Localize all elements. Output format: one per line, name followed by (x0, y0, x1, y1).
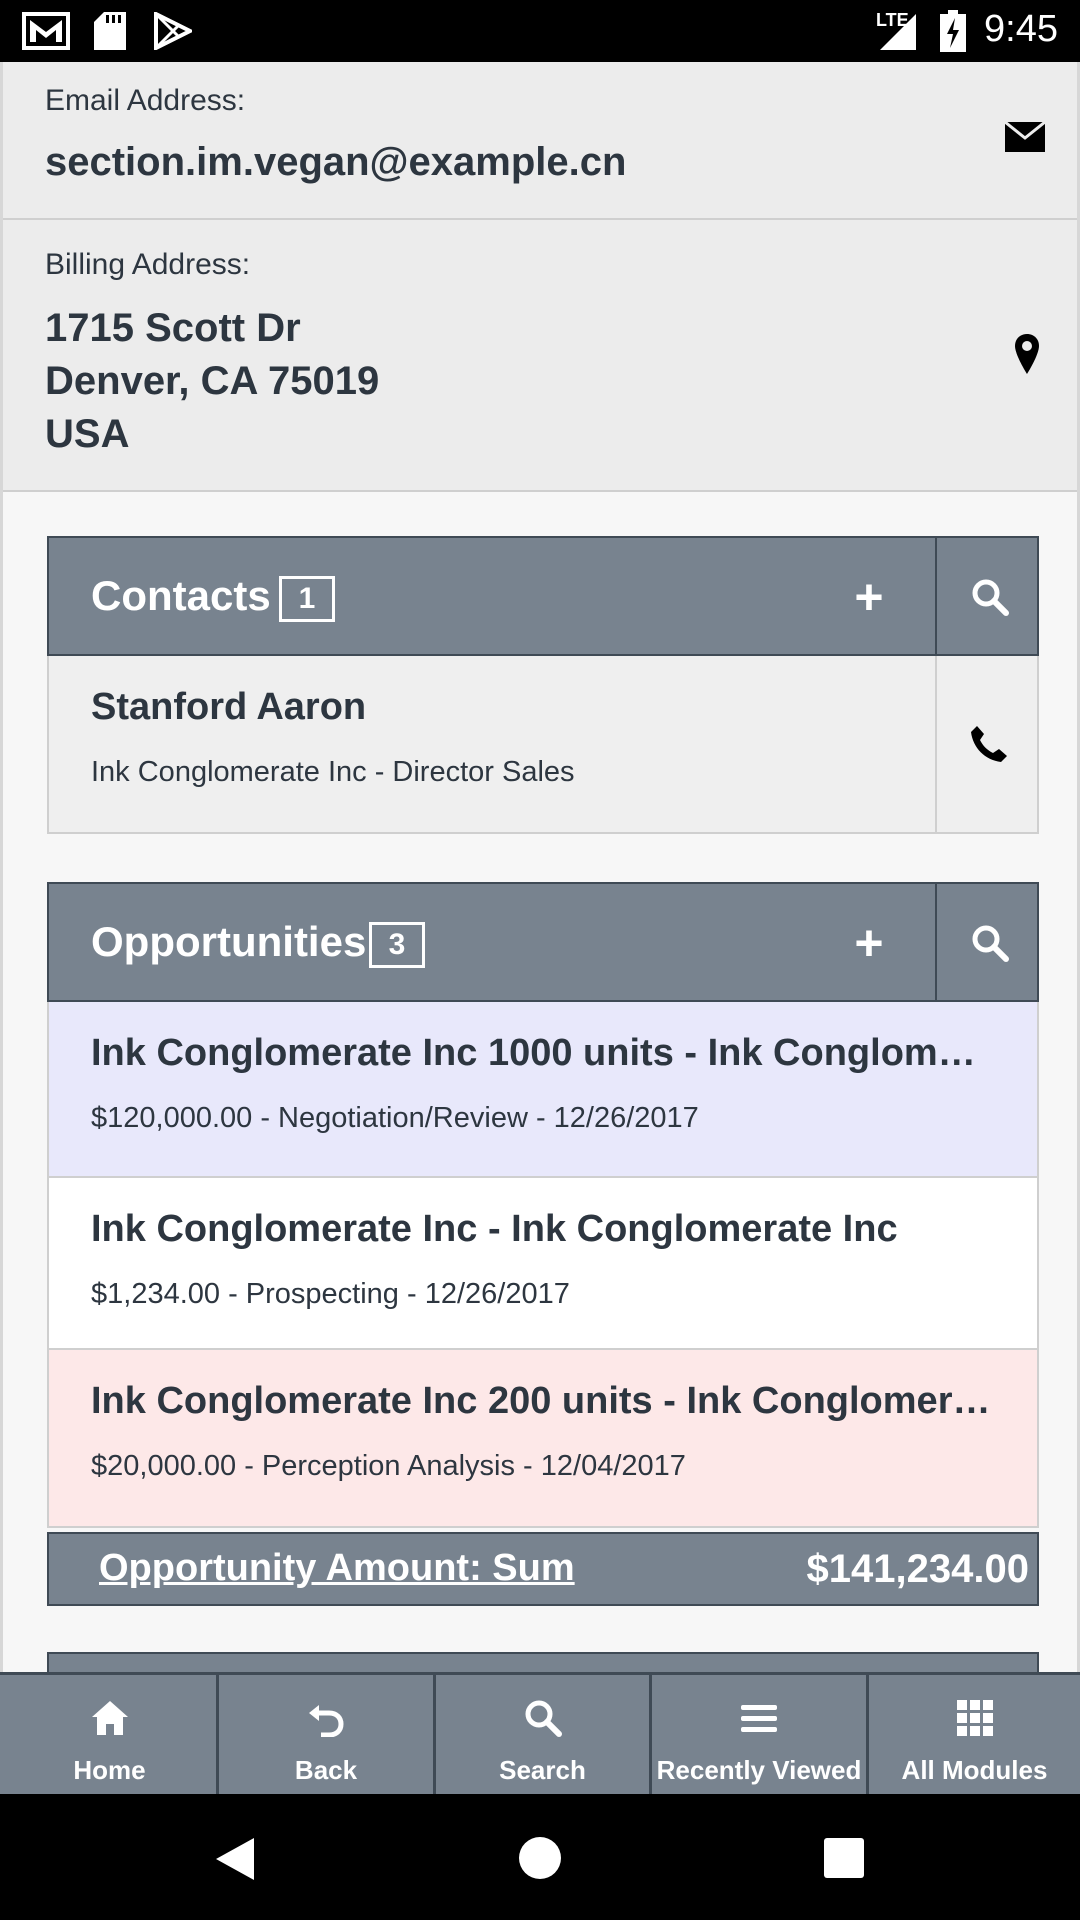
opportunity-title[interactable]: Ink Conglomerate Inc 200 units - Ink Con… (91, 1380, 991, 1423)
next-panel-header (47, 1652, 1039, 1672)
opportunity-sum-bar: Opportunity Amount: Sum $141,234.00 (47, 1532, 1039, 1606)
billing-line1: 1715 Scott Dr (45, 306, 301, 350)
sd-card-icon (94, 12, 126, 50)
contact-detail: Ink Conglomerate Inc - Director Sales (91, 756, 575, 788)
search-icon (972, 579, 1009, 616)
call-contact-button[interactable] (935, 656, 1037, 832)
sum-label[interactable]: Opportunity Amount: Sum (99, 1547, 575, 1590)
add-opportunity-button[interactable]: + (839, 914, 899, 974)
nav-search-button[interactable]: Search (436, 1675, 652, 1794)
nav-all-modules-label: All Modules (901, 1755, 1048, 1785)
play-store-icon (154, 12, 192, 50)
add-contact-button[interactable]: + (839, 568, 899, 628)
opportunity-row[interactable]: Ink Conglomerate Inc 1000 units - Ink Co… (47, 1002, 1039, 1178)
signal-icon (880, 14, 916, 50)
status-bar: LTE 9:45 (0, 0, 1080, 62)
opportunity-title[interactable]: Ink Conglomerate Inc - Ink Conglomerate … (91, 1208, 991, 1251)
opportunities-count-badge: 3 (369, 922, 425, 968)
contacts-panel: Contacts 1 + Stanford Aaron Ink Conglome… (47, 536, 1039, 834)
contacts-title: Contacts (91, 572, 271, 619)
envelope-icon[interactable] (1005, 122, 1045, 152)
search-icon (972, 925, 1009, 962)
opportunity-detail: $20,000.00 - Perception Analysis - 12/04… (91, 1450, 686, 1482)
contacts-header: Contacts 1 + (47, 536, 1039, 656)
phone-icon (971, 726, 1007, 762)
undo-icon (309, 1705, 344, 1737)
nav-all-modules-button[interactable]: All Modules (869, 1675, 1080, 1794)
grid-icon (956, 1700, 993, 1736)
billing-address-field[interactable]: Billing Address: 1715 Scott Dr Denver, C… (3, 220, 1077, 492)
contact-row[interactable]: Stanford Aaron Ink Conglomerate Inc - Di… (47, 656, 1039, 834)
nav-home-button[interactable]: Home (3, 1675, 219, 1794)
nav-recently-viewed-button[interactable]: Recently Viewed (652, 1675, 869, 1794)
gmail-icon (22, 12, 70, 50)
detail-view[interactable]: Email Address: section.im.vegan@example.… (0, 62, 1080, 1672)
opportunity-row[interactable]: Ink Conglomerate Inc 200 units - Ink Con… (47, 1350, 1039, 1528)
nav-recently-viewed-label: Recently Viewed (656, 1755, 862, 1785)
email-label: Email Address: (45, 84, 246, 117)
opportunity-detail: $1,234.00 - Prospecting - 12/26/2017 (91, 1278, 570, 1310)
system-recents-icon[interactable] (824, 1838, 864, 1878)
search-icon (525, 1700, 562, 1737)
contacts-count-badge: 1 (279, 576, 335, 622)
system-home-icon[interactable] (518, 1836, 562, 1880)
battery-charging-icon (940, 10, 966, 52)
email-value[interactable]: section.im.vegan@example.cn (45, 136, 626, 189)
opportunities-header: Opportunities 3 + (47, 882, 1039, 1002)
billing-line2: Denver, CA 75019 (45, 359, 380, 403)
opportunity-title[interactable]: Ink Conglomerate Inc 1000 units - Ink Co… (91, 1032, 991, 1075)
billing-label: Billing Address: (45, 248, 251, 281)
system-nav-bar (0, 1794, 1080, 1920)
billing-line3: USA (45, 412, 130, 456)
nav-back-label: Back (294, 1755, 358, 1785)
opportunities-title: Opportunities (91, 918, 367, 965)
opportunities-panel: Opportunities 3 + Ink Conglomerate Inc 1… (47, 882, 1039, 1528)
list-icon (741, 1705, 777, 1732)
home-icon (91, 1701, 128, 1735)
sum-value: $141,234.00 (806, 1547, 1029, 1591)
search-contacts-button[interactable] (935, 538, 1037, 654)
search-opportunities-button[interactable] (935, 884, 1037, 1000)
nav-back-button[interactable]: Back (219, 1675, 436, 1794)
system-back-icon[interactable] (214, 1836, 256, 1882)
email-field[interactable]: Email Address: section.im.vegan@example.… (3, 62, 1077, 220)
nav-home-label: Home (73, 1755, 146, 1785)
opportunity-row[interactable]: Ink Conglomerate Inc - Ink Conglomerate … (47, 1178, 1039, 1350)
nav-search-label: Search (499, 1755, 586, 1785)
map-pin-icon[interactable] (1015, 334, 1039, 374)
bottom-nav: Home Back Search Recently Viewed All Mod… (0, 1672, 1080, 1794)
opportunity-detail: $120,000.00 - Negotiation/Review - 12/26… (91, 1102, 699, 1134)
contact-name[interactable]: Stanford Aaron (91, 686, 851, 729)
clock: 9:45 (984, 8, 1058, 50)
